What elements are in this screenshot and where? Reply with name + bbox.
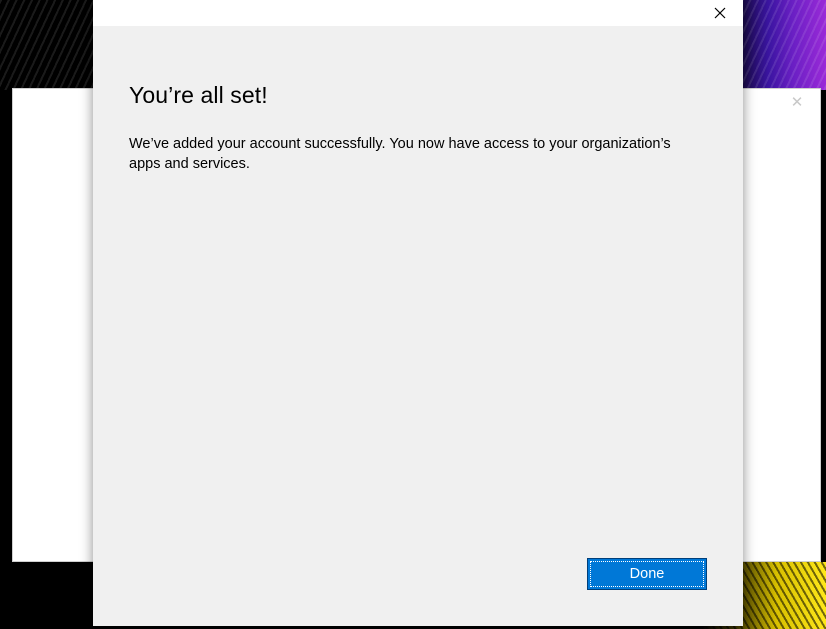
- done-button-label: Done: [590, 561, 704, 587]
- done-button[interactable]: Done: [587, 558, 707, 590]
- page-title: You’re all set!: [129, 82, 268, 108]
- title-bar: [93, 0, 743, 26]
- close-button[interactable]: [697, 0, 743, 26]
- account-added-dialog: You’re all set! We’ve added your account…: [93, 0, 743, 626]
- desktop: ✕ You’re all set! We’ve added your accou…: [0, 0, 826, 629]
- success-message: We’ve added your account successfully. Y…: [129, 136, 671, 172]
- close-icon: [714, 7, 726, 19]
- close-icon[interactable]: ✕: [790, 95, 804, 110]
